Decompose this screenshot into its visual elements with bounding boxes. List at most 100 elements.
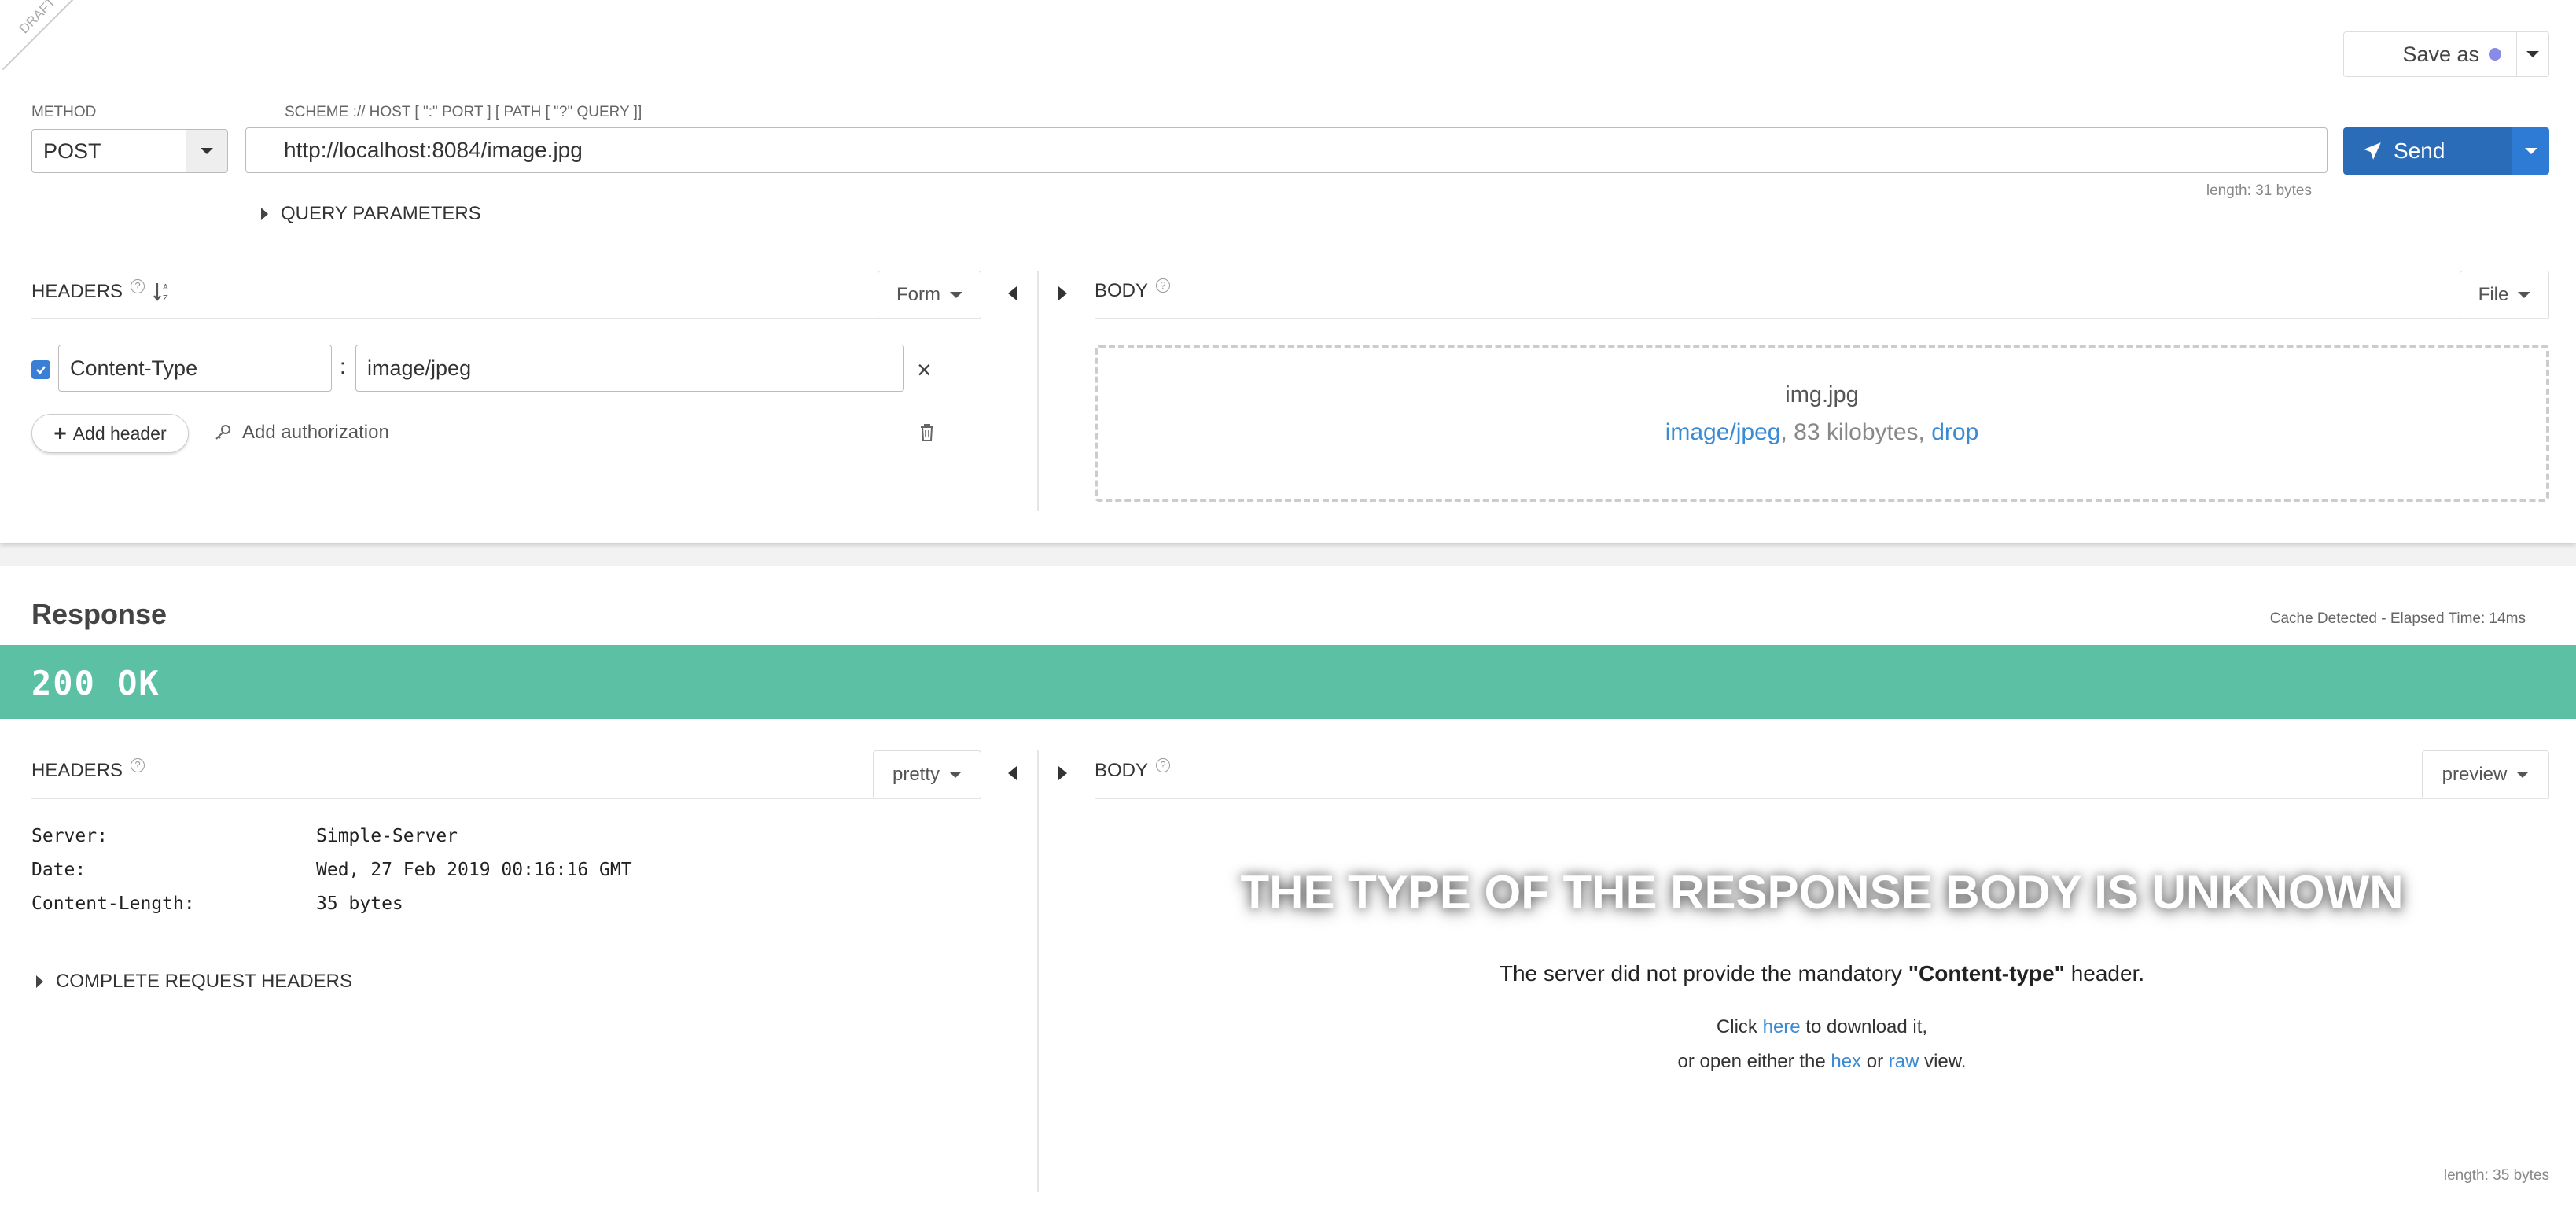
request-body-label: BODY [1095,280,1149,301]
response-header-value: Wed, 27 Feb 2019 00:16:16 GMT [316,860,632,880]
help-icon[interactable]: ? [131,279,145,293]
complete-request-headers-label: COMPLETE REQUEST HEADERS [56,971,352,992]
download-here-link[interactable]: here [1763,1016,1801,1037]
response-header-name: Content-Length: [31,894,195,914]
response-panel-splitter[interactable] [1037,750,1039,1192]
url-format-label: SCHEME :// HOST [ ":" PORT ] [ PATH [ "?… [285,104,642,120]
chevron-down-icon [2524,148,2537,154]
response-body-mode-label: preview [2442,764,2508,785]
header-colon: : [340,354,346,378]
url-value: http://localhost:8084/image.jpg [284,138,583,162]
response-body-length: length: 35 bytes [2443,1167,2549,1184]
raw-view-link[interactable]: raw [1889,1051,1919,1072]
send-label: Send [2394,138,2445,163]
send-button[interactable]: Send [2343,127,2512,175]
caret-right-icon [261,208,268,220]
url-input[interactable]: http://localhost:8084/image.jpg [245,127,2328,173]
add-authorization-label: Add authorization [242,422,389,443]
complete-request-headers-toggle[interactable]: COMPLETE REQUEST HEADERS [36,971,352,993]
headers-mode-label: Form [896,284,940,305]
help-icon[interactable]: ? [1156,758,1171,772]
response-body-mode-dropdown[interactable]: preview [2422,750,2549,799]
help-icon[interactable]: ? [131,758,145,772]
unknown-body-title: THE TYPE OF THE RESPONSE BODY IS UNKNOWN [1240,866,2404,919]
headers-mode-dropdown[interactable]: Form [878,271,981,319]
missing-header-message: The server did not provide the mandatory… [1095,961,2549,986]
method-select[interactable]: POST [31,129,187,173]
hex-view-link[interactable]: hex [1831,1051,1861,1072]
caret-right-icon [36,975,43,988]
file-size: , 83 kilobytes, [1780,419,1932,445]
download-line: Click here to download it, [1095,1010,2549,1045]
request-panel: DRAFT Save as METHOD POST SCHEME :// HOS… [0,0,2576,543]
chevron-down-icon [2526,51,2539,57]
missing-header-name: "Content-type" [1908,961,2065,986]
response-body-heading: BODY ? [1095,758,1171,782]
status-bar: 200 OK [0,645,2576,719]
file-info: image/jpeg, 83 kilobytes, drop [1098,419,2546,446]
request-headers-heading: HEADERS ? A Z [31,279,173,304]
header-value-input[interactable]: image/jpeg [355,345,904,392]
method-dropdown-button[interactable] [186,129,228,173]
response-header-row: Server: Simple-Server [31,826,632,860]
method-label: METHOD [31,104,97,120]
draft-ribbon: DRAFT [0,0,93,71]
status-text: 200 OK [31,664,160,702]
body-mode-label: File [2478,284,2509,305]
response-header-name: Date: [31,860,86,880]
svg-text:A: A [163,283,168,292]
response-headers-mode-label: pretty [892,764,940,785]
panel-splitter[interactable] [1037,271,1039,511]
chevron-down-icon [2516,772,2530,778]
chevron-down-icon [950,292,962,298]
response-headers-heading: HEADERS ? [31,758,145,782]
body-mode-dropdown[interactable]: File [2460,271,2549,319]
svg-text:Z: Z [163,294,168,303]
save-as-dropdown-button[interactable] [2516,31,2549,77]
chevron-down-icon [201,148,213,154]
add-authorization-link[interactable]: Add authorization [214,422,389,444]
request-headers-label: HEADERS [31,281,123,302]
add-header-button[interactable]: + Add header [31,414,189,453]
missing-header-post: header. [2064,961,2145,986]
collapse-left-icon[interactable] [1008,766,1017,780]
expand-right-icon[interactable] [1058,286,1067,300]
chevron-down-icon [949,772,962,778]
send-dropdown-button[interactable] [2512,127,2549,175]
response-header-row: Date: Wed, 27 Feb 2019 00:16:16 GMT [31,860,632,894]
plus-icon: + [53,421,67,445]
add-header-label: Add header [72,422,167,444]
save-as-button[interactable]: Save as [2343,31,2518,77]
response-header-name: Server: [31,826,108,846]
key-icon [215,425,230,440]
chevron-down-icon [2518,292,2531,298]
response-title: Response [31,598,167,630]
query-parameters-label: QUERY PARAMETERS [281,203,481,224]
open-text: or open either the [1677,1051,1831,1072]
response-body-label: BODY [1095,760,1149,781]
sort-alpha-icon[interactable]: A Z [153,280,173,304]
query-parameters-toggle[interactable]: QUERY PARAMETERS [261,203,481,225]
body-divider [1095,318,2549,319]
remove-header-icon[interactable]: × [917,356,932,385]
view-text: view. [1919,1051,1967,1072]
header-name-value: Content-Type [70,356,198,380]
unsaved-dot-icon [2489,48,2501,61]
download-text: to download it, [1800,1016,1928,1037]
request-body-heading: BODY ? [1095,278,1171,302]
collapse-left-icon[interactable] [1008,286,1017,300]
view-options-line: or open either the hex or raw view. [1095,1045,2549,1079]
cache-info: Cache Detected - Elapsed Time: 14ms [2269,610,2526,627]
header-enabled-checkbox[interactable] [31,360,50,379]
expand-right-icon[interactable] [1058,766,1067,780]
response-headers-mode-dropdown[interactable]: pretty [873,750,981,799]
response-header-value: Simple-Server [316,826,458,846]
trash-icon[interactable] [918,423,936,442]
file-drop-link[interactable]: drop [1931,419,1978,445]
file-mime-link[interactable]: image/jpeg [1665,419,1781,445]
save-as-label: Save as [2402,42,2479,66]
header-name-input[interactable]: Content-Type [58,345,332,392]
file-drop-zone[interactable]: img.jpg image/jpeg, 83 kilobytes, drop [1095,345,2549,502]
response-headers-label: HEADERS [31,760,123,781]
help-icon[interactable]: ? [1156,278,1171,293]
